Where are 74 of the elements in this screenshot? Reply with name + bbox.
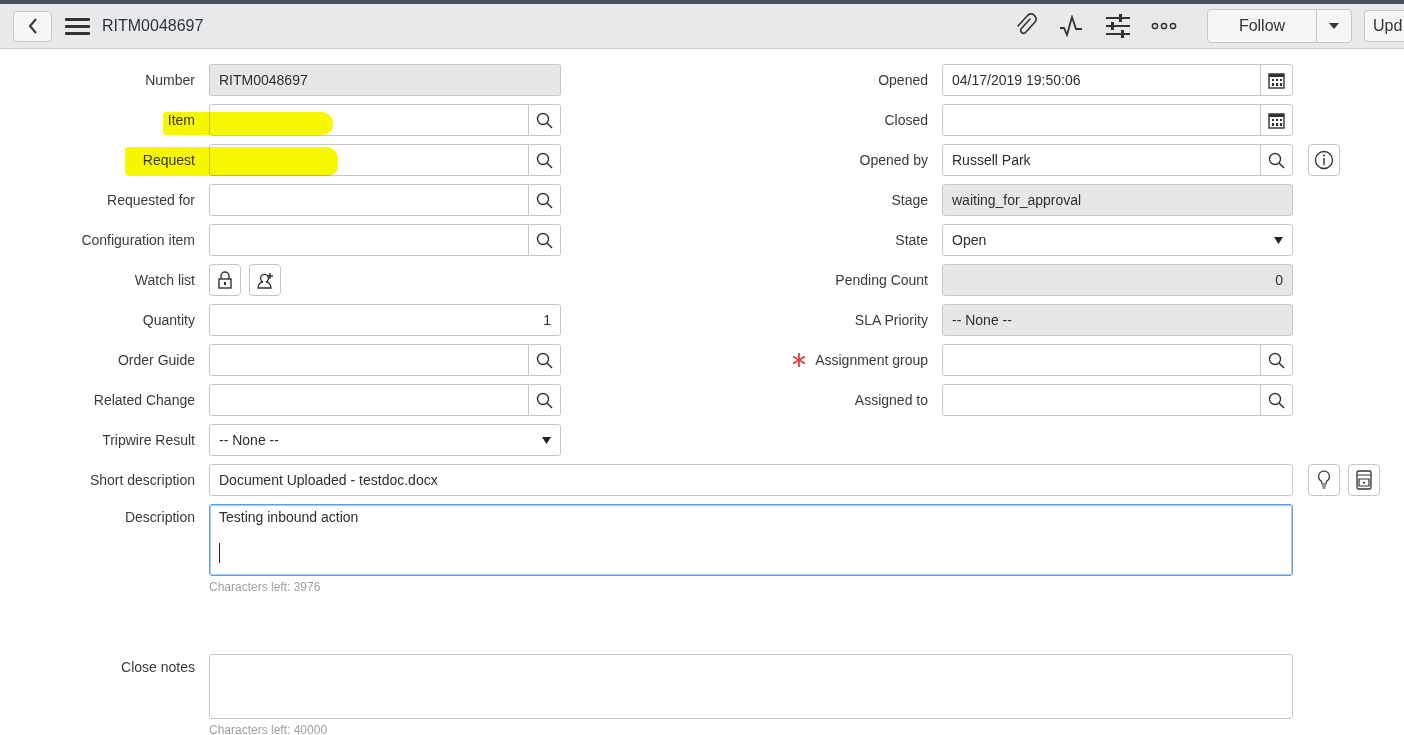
menu-icon	[65, 17, 90, 35]
input-field[interactable]	[942, 104, 1293, 136]
input-field[interactable]: Document Uploaded - testdoc.docx	[209, 464, 1293, 496]
field-label: Tripwire Result	[102, 432, 195, 448]
search-icon	[536, 191, 553, 209]
field-label: Description	[124, 509, 195, 525]
field-label: Quantity	[142, 312, 195, 328]
info-icon	[1314, 150, 1334, 170]
field-label: Request	[142, 152, 195, 168]
lock-button[interactable]	[209, 264, 241, 296]
chevron-left-icon	[26, 17, 39, 35]
search-icon	[1268, 351, 1285, 369]
calendar-icon	[1268, 111, 1285, 129]
field-label: Opened by	[859, 152, 928, 168]
field-label: Stage	[891, 192, 928, 208]
lightbulb-icon	[1317, 470, 1331, 490]
search-icon	[536, 351, 553, 369]
input-field: -- None --	[942, 304, 1293, 336]
archive-button[interactable]	[1348, 464, 1380, 496]
user-plus-icon	[256, 271, 274, 289]
input-field[interactable]	[209, 384, 561, 416]
input-field[interactable]	[942, 344, 1293, 376]
characters-left-text: Characters left: 3976	[209, 580, 322, 594]
more-icon[interactable]	[1151, 22, 1177, 30]
select-field[interactable]: Open	[942, 224, 1293, 256]
field-label: Assigned to	[854, 392, 928, 408]
field-label: Watch list	[134, 272, 195, 288]
suggestion-button[interactable]	[1308, 464, 1340, 496]
input-field[interactable]	[209, 184, 561, 216]
input-field[interactable]: 1	[209, 304, 561, 336]
input-field[interactable]	[209, 344, 561, 376]
input-field[interactable]	[942, 384, 1293, 416]
search-icon	[1268, 151, 1285, 169]
input-field[interactable]: Russell Park	[942, 144, 1293, 176]
field-label: Related Change	[93, 392, 195, 408]
back-button[interactable]	[13, 10, 52, 42]
field-label: Assignment group	[815, 352, 928, 368]
input-field: RITM0048697	[209, 64, 561, 96]
field-label: State	[895, 232, 928, 248]
lock-icon	[217, 271, 233, 289]
input-field[interactable]: 04/17/2019 19:50:06	[942, 64, 1293, 96]
search-icon	[536, 111, 553, 129]
field-label: Number	[145, 72, 195, 88]
caret-icon	[1329, 23, 1339, 29]
field-label: Configuration item	[81, 232, 195, 248]
record-title: RITM0048697	[102, 17, 204, 35]
input-field[interactable]	[209, 224, 561, 256]
search-icon	[536, 391, 553, 409]
field-label: Requested for	[107, 192, 195, 208]
select-field[interactable]: -- None --	[209, 424, 561, 456]
add-user-button[interactable]	[249, 264, 281, 296]
field-label: Order Guide	[117, 352, 195, 368]
field-label: Item	[167, 112, 195, 128]
field-label: Closed	[884, 112, 928, 128]
field-label: Pending Count	[835, 272, 928, 288]
field-label: Close notes	[121, 659, 195, 675]
characters-left-text: Characters left: 40000	[209, 723, 329, 735]
info-button[interactable]	[1308, 144, 1340, 176]
search-icon	[536, 151, 553, 169]
activity-icon[interactable]	[1059, 15, 1085, 37]
text-area[interactable]: Testing inbound action	[209, 504, 1293, 576]
field-label: Short description	[89, 472, 195, 488]
field-label: Opened	[878, 72, 928, 88]
search-icon	[1268, 391, 1285, 409]
sliders-icon[interactable]	[1105, 13, 1131, 39]
input-field: 0	[942, 264, 1293, 296]
archive-icon	[1356, 470, 1372, 490]
update-button[interactable]: Upd	[1364, 10, 1404, 42]
search-icon	[536, 231, 553, 249]
input-field: waiting_for_approval	[942, 184, 1293, 216]
dropdown-caret-icon	[542, 437, 551, 444]
calendar-icon	[1268, 71, 1285, 89]
dropdown-caret-icon	[1274, 237, 1283, 244]
field-label: SLA Priority	[854, 312, 928, 328]
